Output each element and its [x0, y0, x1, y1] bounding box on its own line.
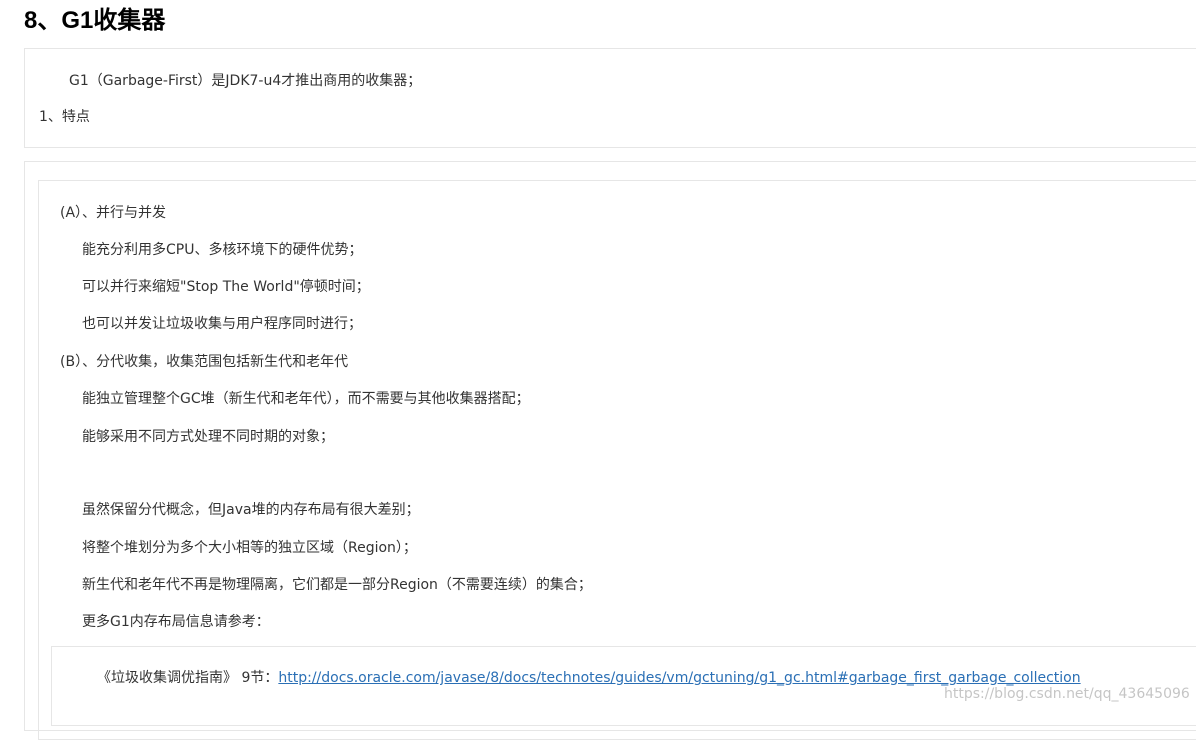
reference-prefix: 《垃圾收集调优指南》 9节：	[97, 670, 279, 686]
feature-b-line: 将整个堆划分为多个大小相等的独立区域（Region）；	[82, 540, 417, 556]
feature-heading: 1、特点	[39, 109, 90, 125]
feature-a-line: 可以并行来缩短"Stop The World"停顿时间；	[82, 279, 370, 295]
watermark: https://blog.csdn.net/qq_43645096	[944, 686, 1190, 702]
feature-b-line: 能独立管理整个GC堆（新生代和老年代），而不需要与其他收集器搭配；	[82, 391, 530, 407]
section-title: 8、G1收集器	[24, 7, 166, 34]
feature-b-heading: (B）、分代收集，收集范围包括新生代和老年代	[60, 354, 349, 370]
feature-a-heading: (A）、并行与并发	[60, 205, 167, 221]
feature-b-line: 能够采用不同方式处理不同时期的对象；	[82, 429, 334, 445]
feature-b-line: 虽然保留分代概念，但Java堆的内存布局有很大差别；	[82, 502, 420, 518]
feature-a-line: 也可以并发让垃圾收集与用户程序同时进行；	[82, 316, 362, 332]
reference-line: 《垃圾收集调优指南》 9节：http://docs.oracle.com/jav…	[97, 668, 1081, 688]
feature-b-line: 更多G1内存布局信息请参考：	[82, 614, 270, 630]
feature-b-line: 新生代和老年代不再是物理隔离，它们都是一部分Region（不需要连续）的集合；	[82, 577, 592, 593]
feature-a-line: 能充分利用多CPU、多核环境下的硬件优势；	[82, 242, 363, 258]
intro-text: G1（Garbage-First）是JDK7-u4才推出商用的收集器；	[69, 73, 422, 89]
intro-box	[24, 48, 1196, 148]
